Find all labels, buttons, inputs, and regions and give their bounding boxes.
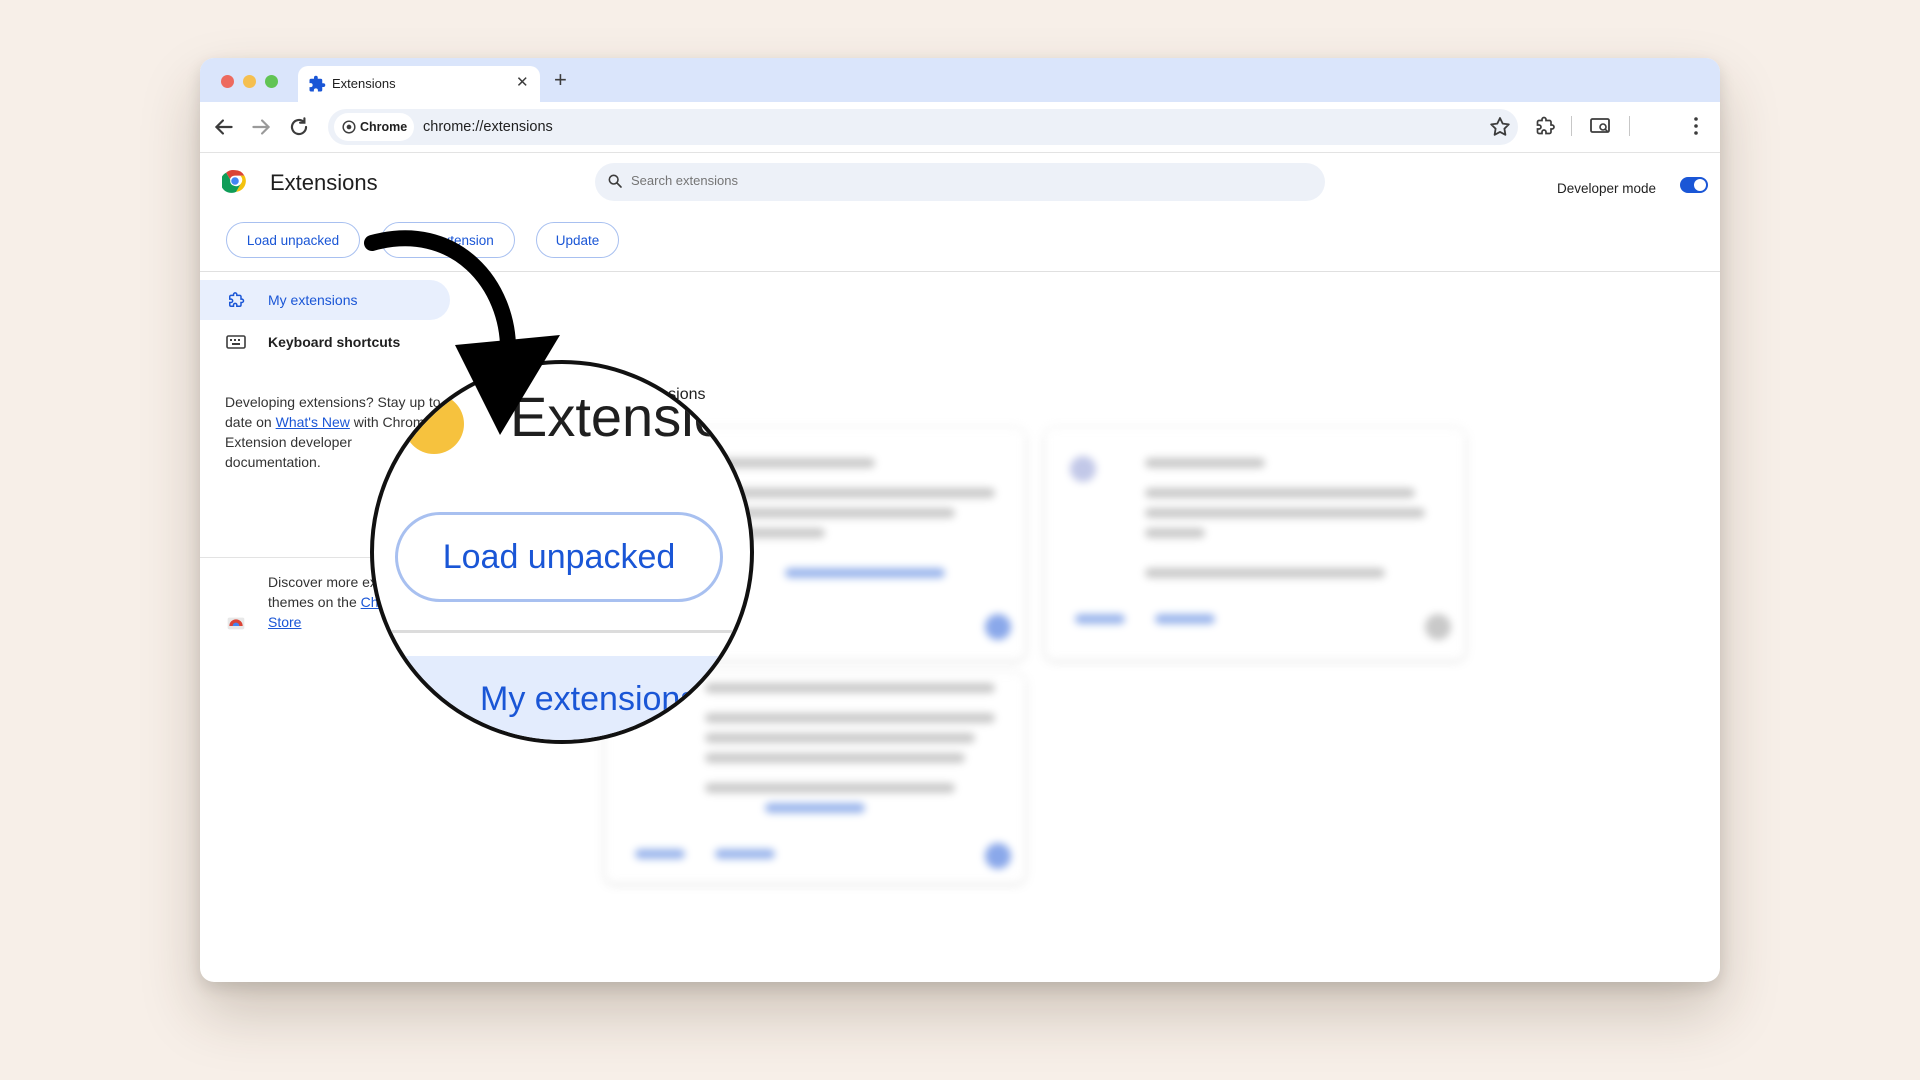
magnified-nav-label: My extensions xyxy=(480,680,698,718)
site-info-chip[interactable]: Chrome xyxy=(334,113,414,141)
new-tab-button[interactable]: + xyxy=(554,67,567,93)
back-arrow-icon[interactable] xyxy=(211,114,237,140)
url-text[interactable]: chrome://extensions xyxy=(423,119,553,135)
sidebar-item-label: My extensions xyxy=(268,292,358,308)
tab-extensions[interactable]: Extensions ✕ xyxy=(298,66,540,102)
bookmark-star-icon[interactable] xyxy=(1488,115,1512,139)
curved-arrow-icon xyxy=(364,230,560,435)
extension-card[interactable] xyxy=(1045,428,1465,660)
browser-toolbar: Chrome chrome://extensions xyxy=(200,102,1720,153)
developer-mode-label: Developer mode xyxy=(1557,181,1657,196)
puzzle-icon xyxy=(229,292,245,307)
close-window-button[interactable] xyxy=(221,75,234,88)
minimize-window-button[interactable] xyxy=(243,75,256,88)
site-chip-label: Chrome xyxy=(360,120,408,134)
keyboard-icon xyxy=(226,335,246,349)
extensions-puzzle-icon[interactable] xyxy=(1533,114,1557,138)
search-input[interactable] xyxy=(629,172,1233,189)
search-icon xyxy=(608,174,622,188)
tab-title: Extensions xyxy=(332,76,396,91)
web-store-icon xyxy=(227,617,245,630)
magnified-sidebar-item: My extensions xyxy=(374,656,750,740)
toolbar-divider xyxy=(1571,116,1572,136)
toggle-knob xyxy=(1694,179,1706,191)
developer-mode-toggle[interactable] xyxy=(1680,177,1708,193)
search-box[interactable] xyxy=(595,163,1325,201)
page-title: Extensions xyxy=(270,170,378,195)
more-menu-icon[interactable] xyxy=(1684,114,1708,138)
reload-icon[interactable] xyxy=(286,114,312,140)
chrome-mark-icon xyxy=(342,120,356,134)
tab-strip: Extensions ✕ + xyxy=(200,58,1720,102)
forward-arrow-icon[interactable] xyxy=(248,114,274,140)
chrome-logo-icon xyxy=(222,170,246,193)
load-unpacked-button[interactable]: Load unpacked xyxy=(226,222,360,258)
toolbar-divider xyxy=(1629,116,1630,136)
puzzle-icon xyxy=(309,75,326,92)
close-tab-icon[interactable]: ✕ xyxy=(516,73,529,91)
whats-new-link[interactable]: What's New xyxy=(276,414,350,430)
address-bar[interactable]: Chrome chrome://extensions xyxy=(328,109,1518,145)
side-panel-search-icon[interactable] xyxy=(1588,114,1612,138)
magnified-divider xyxy=(374,630,750,633)
maximize-window-button[interactable] xyxy=(265,75,278,88)
magnified-load-unpacked-button[interactable]: Load unpacked xyxy=(395,512,723,602)
